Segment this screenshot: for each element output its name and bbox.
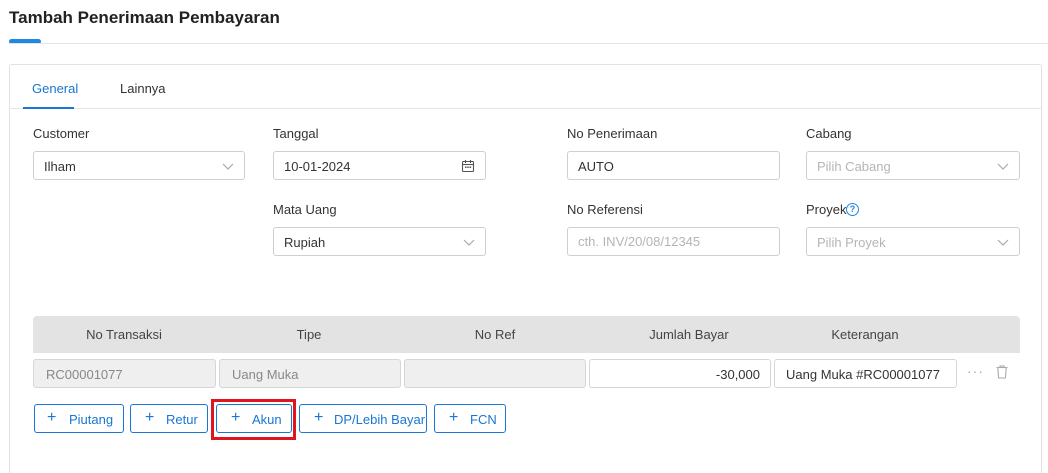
keterangan-input[interactable]: Uang Muka #RC00001077 [774, 359, 957, 388]
jumlah-bayar-value: -30,000 [715, 367, 760, 382]
customer-value: Ilham [44, 159, 76, 174]
mata-uang-select[interactable]: Rupiah [273, 227, 486, 256]
add-dp-lebih-bayar-button[interactable]: + DP/Lebih Bayar [299, 404, 427, 433]
form-card: General Lainnya Customer Ilham Tanggal 1… [9, 64, 1042, 473]
column-header-no-ref: No Ref [474, 327, 516, 342]
tipe-cell: Uang Muka [219, 359, 401, 388]
jumlah-bayar-input[interactable]: -30,000 [589, 359, 771, 388]
no-ref-cell [404, 359, 586, 388]
column-header-no-transaksi: No Transaksi [86, 327, 162, 342]
more-options-icon[interactable]: ··· [967, 363, 984, 379]
plus-icon: + [145, 409, 155, 426]
column-header-tipe: Tipe [296, 327, 322, 342]
proyek-label: Proyek [806, 202, 847, 217]
table-header: No Transaksi Tipe No Ref Jumlah Bayar Ke… [33, 316, 1020, 353]
chevron-down-icon [997, 163, 1009, 170]
tanggal-label: Tanggal [273, 126, 319, 141]
keterangan-value: Uang Muka #RC00001077 [786, 367, 940, 382]
mata-uang-label: Mata Uang [273, 202, 337, 217]
plus-icon: + [449, 409, 459, 426]
plus-icon: + [47, 409, 57, 426]
page-title: Tambah Penerimaan Pembayaran [9, 8, 280, 27]
no-referensi-label: No Referensi [567, 202, 643, 217]
add-fcn-label: FCN [470, 412, 497, 427]
plus-icon: + [314, 409, 324, 426]
no-penerimaan-field[interactable]: AUTO [567, 151, 780, 180]
column-header-keterangan: Keterangan [831, 327, 899, 342]
add-piutang-button[interactable]: + Piutang [34, 404, 124, 433]
chevron-down-icon [222, 163, 234, 170]
chevron-down-icon [463, 239, 475, 246]
tab-lainnya[interactable]: Lainnya [120, 81, 166, 96]
proyek-select[interactable]: Pilih Proyek [806, 227, 1020, 256]
no-transaksi-value: RC00001077 [46, 367, 123, 382]
customer-select[interactable]: Ilham [33, 151, 245, 180]
tanggal-date-input[interactable]: 10-01-2024 [273, 151, 486, 180]
mata-uang-value: Rupiah [284, 235, 326, 250]
chevron-down-icon [997, 239, 1009, 246]
highlight-box [211, 399, 296, 440]
cabang-select[interactable]: Pilih Cabang [806, 151, 1020, 180]
proyek-placeholder: Pilih Proyek [817, 235, 886, 250]
tab-general[interactable]: General [32, 81, 78, 96]
calendar-icon[interactable] [461, 159, 475, 173]
question-circle-icon[interactable]: ? [846, 203, 859, 216]
trash-icon[interactable] [996, 365, 1008, 379]
add-dp-lebih-bayar-label: DP/Lebih Bayar [334, 412, 426, 427]
no-referensi-input[interactable] [568, 228, 779, 255]
tipe-value: Uang Muka [232, 367, 299, 382]
tanggal-value: 10-01-2024 [284, 159, 351, 174]
no-referensi-field[interactable] [567, 227, 780, 256]
no-transaksi-cell: RC00001077 [33, 359, 216, 388]
active-tab-indicator [23, 107, 74, 109]
column-header-jumlah-bayar: Jumlah Bayar [649, 327, 729, 342]
add-retur-button[interactable]: + Retur [130, 404, 208, 433]
customer-label: Customer [33, 126, 90, 141]
add-fcn-button[interactable]: + FCN [434, 404, 506, 433]
cabang-label: Cabang [806, 126, 852, 141]
no-penerimaan-value: AUTO [578, 159, 614, 174]
add-retur-label: Retur [166, 412, 198, 427]
no-penerimaan-label: No Penerimaan [567, 126, 658, 141]
cabang-placeholder: Pilih Cabang [817, 159, 891, 174]
add-piutang-label: Piutang [69, 412, 114, 427]
tab-bar: General Lainnya [10, 65, 1041, 109]
title-divider [9, 43, 1048, 44]
